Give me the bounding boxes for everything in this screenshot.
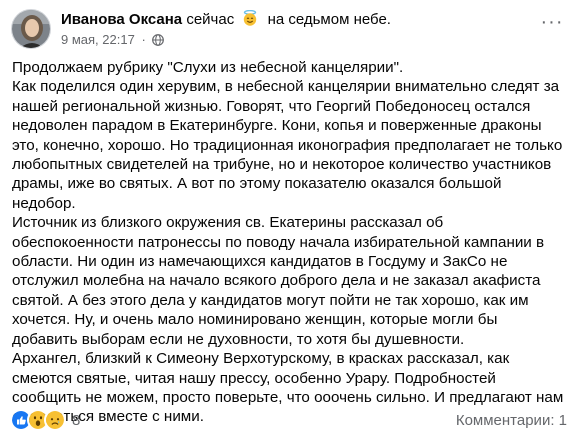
reaction-count: 8 [72,411,81,429]
globe-icon [152,34,165,46]
post-body-text: Продолжаем рубрику "Слухи из небесной ка… [12,59,564,426]
post-footer: 8 Комментарии: 1 [10,407,567,435]
separator: · [141,32,146,47]
author-name[interactable]: Иванова Оксана [61,11,182,28]
post-timestamp[interactable]: 9 мая, 22:17 [61,32,135,47]
feeling-prefix: сейчас [186,11,235,28]
reactions-summary[interactable]: 8 [10,409,81,431]
comments-count-link[interactable]: Комментарии: 1 [456,412,567,429]
sad-reaction-icon [44,409,66,431]
more-options-button[interactable]: ··· [539,12,565,35]
feeling-text: на седьмом небе. [267,11,391,28]
post-header: Иванова Оксана сейчас на седьмом небе. 9… [11,7,567,51]
smiling-face-with-halo-icon [242,9,258,26]
avatar[interactable] [11,9,51,49]
